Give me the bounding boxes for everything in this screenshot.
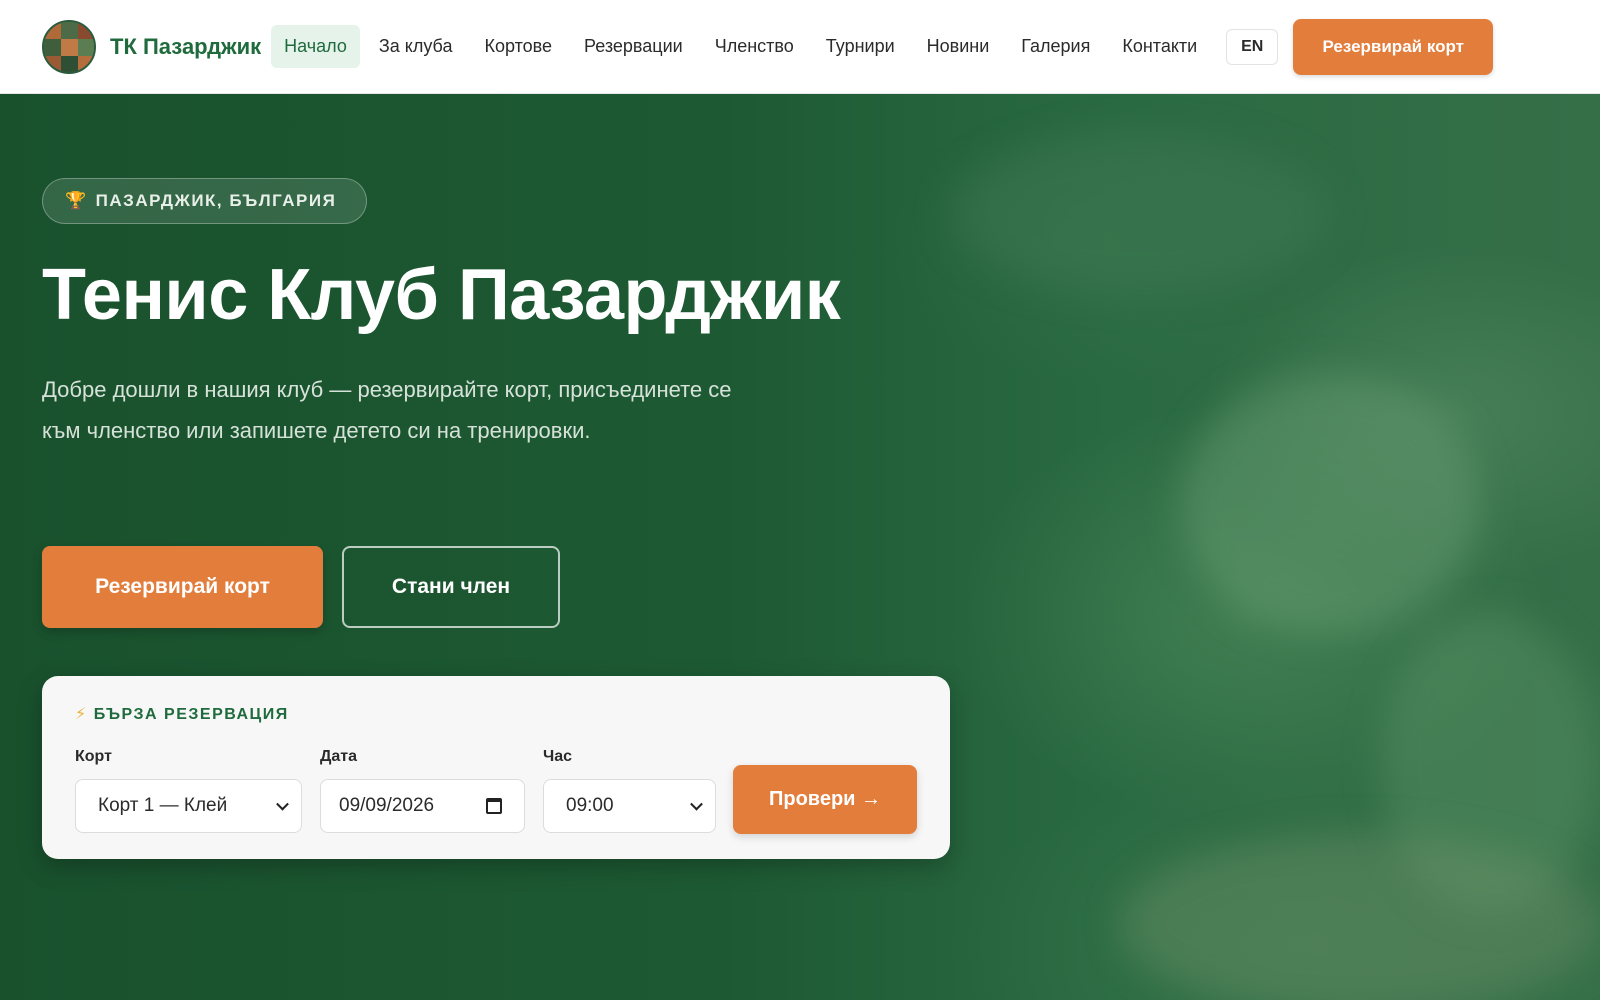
location-badge: 🏆 ПАЗАРДЖИК, БЪЛГАРИЯ bbox=[42, 178, 367, 224]
date-label: Дата bbox=[320, 748, 358, 765]
top-navigation-bar: ТК Пазарджик Начало За клуба Кортове Рез… bbox=[0, 0, 1600, 94]
lightning-icon: ⚡ bbox=[75, 706, 88, 723]
main-nav: Начало За клуба Кортове Резервации Членс… bbox=[271, 25, 1216, 68]
nav-item-membership[interactable]: Членство bbox=[702, 25, 807, 68]
quick-booking-title: ⚡ БЪРЗА РЕЗЕРВАЦИЯ bbox=[75, 704, 289, 724]
hero-background-blob bbox=[1120, 834, 1600, 1000]
nav-item-home[interactable]: Начало bbox=[271, 25, 360, 68]
book-court-header-button[interactable]: Резервирай корт bbox=[1293, 18, 1494, 75]
hero-background-blob bbox=[950, 134, 1330, 294]
chevron-down-icon bbox=[690, 797, 703, 811]
brand[interactable]: ТК Пазарджик bbox=[42, 19, 262, 74]
nav-item-about[interactable]: За клуба bbox=[366, 25, 466, 68]
time-select[interactable]: 09:00 bbox=[543, 779, 716, 833]
location-badge-text: ПАЗАРДЖИК, БЪЛГАРИЯ bbox=[95, 191, 337, 210]
hero-title: Тенис Клуб Пазарджик bbox=[42, 255, 841, 335]
become-member-button[interactable]: Стани член bbox=[342, 546, 560, 628]
time-label: Час bbox=[543, 748, 573, 765]
date-input-value: 09/09/2026 bbox=[339, 795, 435, 816]
court-select[interactable]: Корт 1 — Клей bbox=[75, 779, 302, 833]
quick-booking-title-text: БЪРЗА РЕЗЕРВАЦИЯ bbox=[93, 706, 289, 723]
nav-item-news[interactable]: Новини bbox=[914, 25, 1003, 68]
hero-subtitle: Добре дошли в нашия клуб — резервирайте … bbox=[42, 377, 732, 443]
court-select-value: Корт 1 — Клей bbox=[98, 795, 228, 816]
language-switch-button[interactable]: EN bbox=[1226, 28, 1279, 65]
book-court-button[interactable]: Резервирай корт bbox=[42, 546, 323, 628]
nav-item-tournaments[interactable]: Турнири bbox=[813, 25, 908, 68]
nav-item-reservations[interactable]: Резервации bbox=[571, 25, 696, 68]
nav-item-contacts[interactable]: Контакти bbox=[1109, 25, 1210, 68]
court-label: Корт bbox=[75, 748, 112, 765]
chevron-down-icon bbox=[276, 797, 289, 811]
calendar-icon[interactable] bbox=[486, 798, 502, 814]
trophy-icon: 🏆 bbox=[65, 191, 88, 210]
date-input[interactable]: 09/09/2026 bbox=[320, 779, 525, 833]
brand-name: ТК Пазарджик bbox=[110, 33, 262, 59]
nav-item-courts[interactable]: Кортове bbox=[471, 25, 565, 68]
quick-booking-card: ⚡ БЪРЗА РЕЗЕРВАЦИЯ Корт Корт 1 — Клей Дат… bbox=[42, 676, 950, 859]
hero-section: 🏆 ПАЗАРДЖИК, БЪЛГАРИЯ Тенис Клуб Пазардж… bbox=[0, 94, 1600, 1000]
club-logo bbox=[42, 19, 96, 74]
hero-background-blob bbox=[1180, 374, 1480, 634]
check-availability-button[interactable]: Провери → bbox=[733, 765, 917, 834]
time-select-value: 09:00 bbox=[566, 795, 614, 816]
nav-item-gallery[interactable]: Галерия bbox=[1008, 25, 1103, 68]
